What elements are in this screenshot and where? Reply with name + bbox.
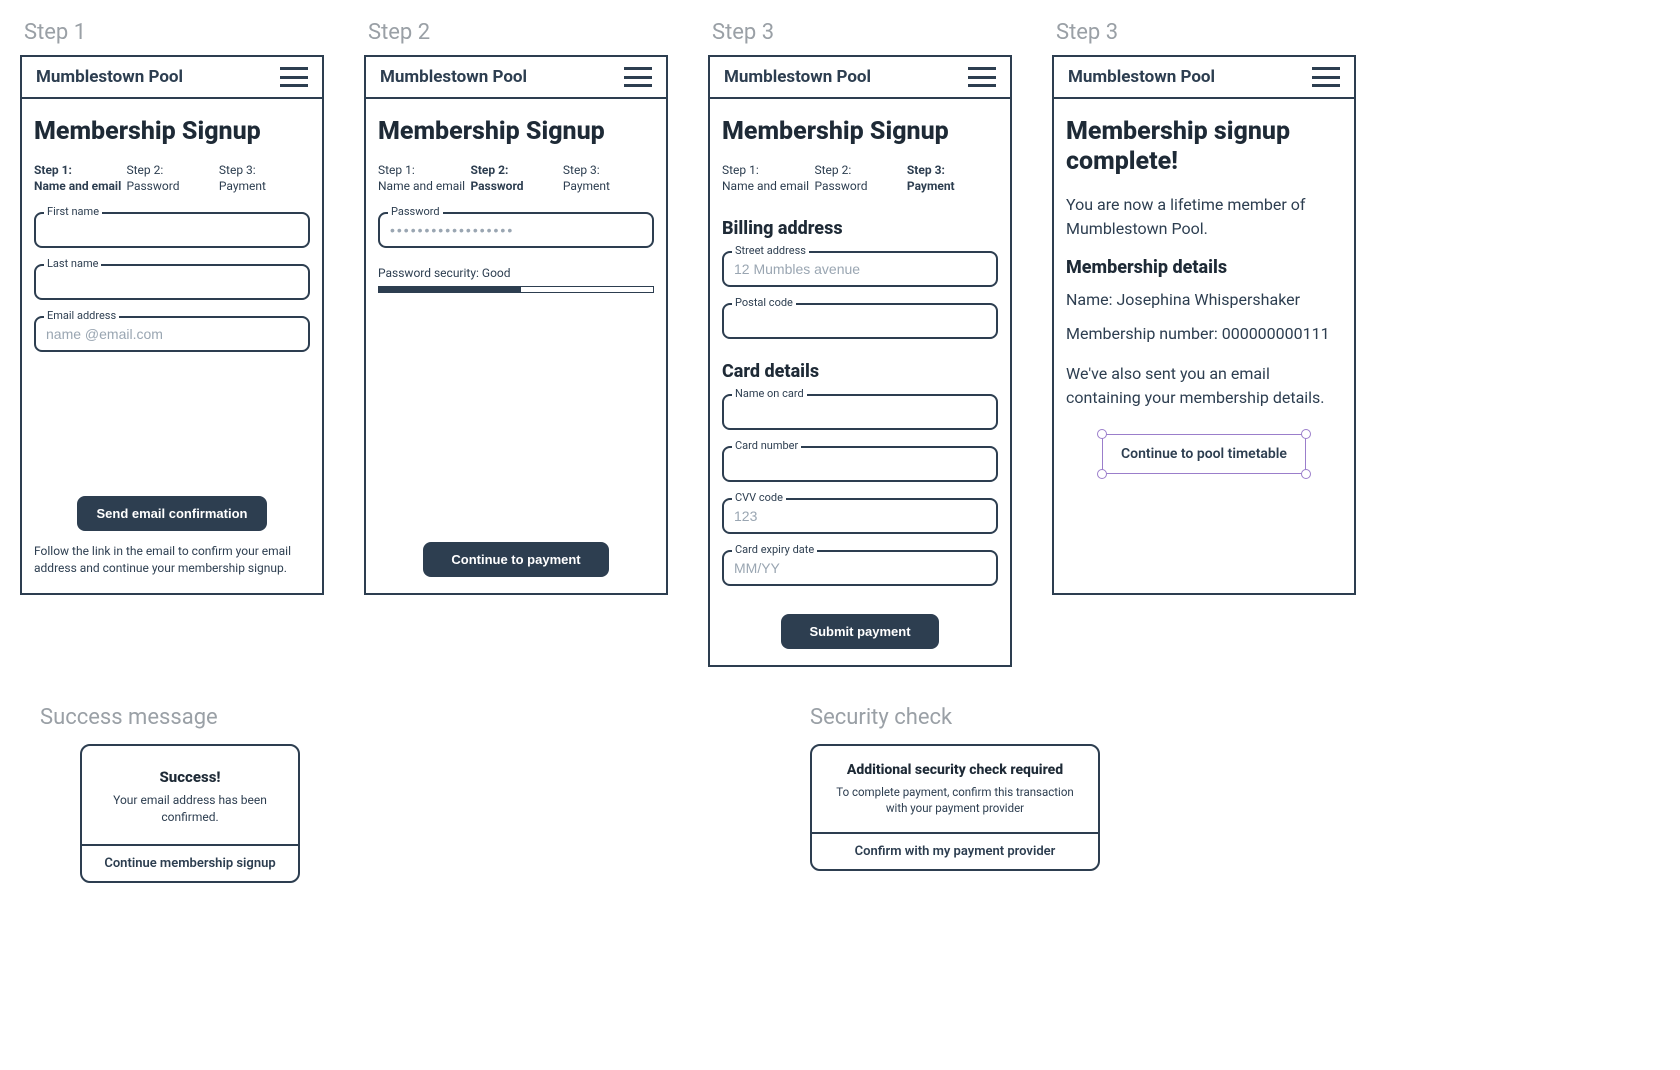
step2-indicator: Step 2: Password <box>126 162 217 194</box>
expiry-label: Card expiry date <box>732 543 817 556</box>
hamburger-icon[interactable] <box>280 67 308 87</box>
name-on-card-label: Name on card <box>732 387 807 400</box>
cvv-label: CVV code <box>732 491 786 504</box>
screen-step2: Mumblestown Pool Membership Signup Step … <box>364 55 668 595</box>
page-title: Membership Signup <box>378 117 654 146</box>
screen-step3: Mumblestown Pool Membership Signup Step … <box>708 55 1012 667</box>
password-strength-meter <box>378 286 654 293</box>
card-number-field: Card number <box>722 446 998 482</box>
stepper: Step 1: Name and email Step 2: Password … <box>34 162 310 194</box>
step3-indicator: Step 3: Payment <box>563 162 654 194</box>
success-text: Your email address has been confirmed. <box>98 792 282 826</box>
security-card: Additional security check required To co… <box>810 744 1100 871</box>
street-label: Street address <box>732 244 809 257</box>
last-name-field: Last name <box>34 264 310 300</box>
email-notice: We've also sent you an email containing … <box>1066 362 1342 410</box>
helper-text: Follow the link in the email to confirm … <box>34 543 310 577</box>
screen-step1: Mumblestown Pool Membership Signup Step … <box>20 55 324 595</box>
first-name-field: First name <box>34 212 310 248</box>
screen4-label: Step 3 <box>1052 20 1356 45</box>
password-field: Password <box>378 212 654 248</box>
send-email-button[interactable]: Send email confirmation <box>77 496 268 531</box>
step3-indicator: Step 3: Payment <box>907 162 998 194</box>
step3-indicator: Step 3: Payment <box>219 162 310 194</box>
brand-title: Mumblestown Pool <box>1068 67 1215 87</box>
password-strength-label: Password security: Good <box>378 266 654 280</box>
security-action-button[interactable]: Confirm with my payment provider <box>812 832 1098 869</box>
last-name-label: Last name <box>44 257 101 270</box>
selection-handle-icon <box>1301 429 1311 439</box>
cvv-field: CVV code <box>722 498 998 534</box>
step1-indicator: Step 1: Name and email <box>378 162 469 194</box>
selection-indicator: Continue to pool timetable <box>1102 434 1306 474</box>
brand-title: Mumblestown Pool <box>36 67 183 87</box>
email-field: Email address <box>34 316 310 352</box>
member-number: Membership number: 000000000111 <box>1066 322 1342 346</box>
security-title: Additional security check required <box>826 762 1084 778</box>
step2-indicator: Step 2: Password <box>470 162 561 194</box>
card-number-label: Card number <box>732 439 801 452</box>
member-name: Name: Josephina Whispershaker <box>1066 288 1342 312</box>
hamburger-icon[interactable] <box>968 67 996 87</box>
selection-handle-icon <box>1301 469 1311 479</box>
card-heading: Card details <box>722 361 998 382</box>
submit-payment-button[interactable]: Submit payment <box>781 614 938 649</box>
screen-complete: Mumblestown Pool Membership signup compl… <box>1052 55 1356 595</box>
complete-title: Membership signup complete! <box>1066 117 1342 177</box>
first-name-label: First name <box>44 205 102 218</box>
selection-handle-icon <box>1097 429 1107 439</box>
success-action-button[interactable]: Continue membership signup <box>82 844 298 881</box>
success-title: Success! <box>98 768 282 786</box>
security-text: To complete payment, confirm this transa… <box>826 784 1084 816</box>
email-label: Email address <box>44 309 119 322</box>
topbar: Mumblestown Pool <box>22 57 322 99</box>
stepper: Step 1: Name and email Step 2: Password … <box>378 162 654 194</box>
stepper: Step 1: Name and email Step 2: Password … <box>722 162 998 194</box>
postal-label: Postal code <box>732 296 796 309</box>
screen3-label: Step 3 <box>708 20 1012 45</box>
postal-field: Postal code <box>722 303 998 339</box>
page-title: Membership Signup <box>722 117 998 146</box>
street-field: Street address <box>722 251 998 287</box>
expiry-field: Card expiry date <box>722 550 998 586</box>
step1-indicator: Step 1: Name and email <box>722 162 813 194</box>
complete-intro: You are now a lifetime member of Mumbles… <box>1066 193 1342 241</box>
hamburger-icon[interactable] <box>624 67 652 87</box>
continue-to-payment-button[interactable]: Continue to payment <box>423 542 608 577</box>
topbar: Mumblestown Pool <box>710 57 1010 99</box>
success-section-label: Success message <box>40 705 440 730</box>
hamburger-icon[interactable] <box>1312 67 1340 87</box>
brand-title: Mumblestown Pool <box>380 67 527 87</box>
topbar: Mumblestown Pool <box>1054 57 1354 99</box>
security-section-label: Security check <box>810 705 1190 730</box>
details-heading: Membership details <box>1066 257 1342 278</box>
page-title: Membership Signup <box>34 117 310 146</box>
billing-heading: Billing address <box>722 218 998 239</box>
step2-indicator: Step 2: Password <box>814 162 905 194</box>
password-label: Password <box>388 205 443 218</box>
brand-title: Mumblestown Pool <box>724 67 871 87</box>
screen2-label: Step 2 <box>364 20 668 45</box>
continue-timetable-button[interactable]: Continue to pool timetable <box>1102 434 1306 474</box>
topbar: Mumblestown Pool <box>366 57 666 99</box>
screen1-label: Step 1 <box>20 20 324 45</box>
step1-indicator: Step 1: Name and email <box>34 162 125 194</box>
name-on-card-field: Name on card <box>722 394 998 430</box>
selection-handle-icon <box>1097 469 1107 479</box>
success-card: Success! Your email address has been con… <box>80 744 300 883</box>
